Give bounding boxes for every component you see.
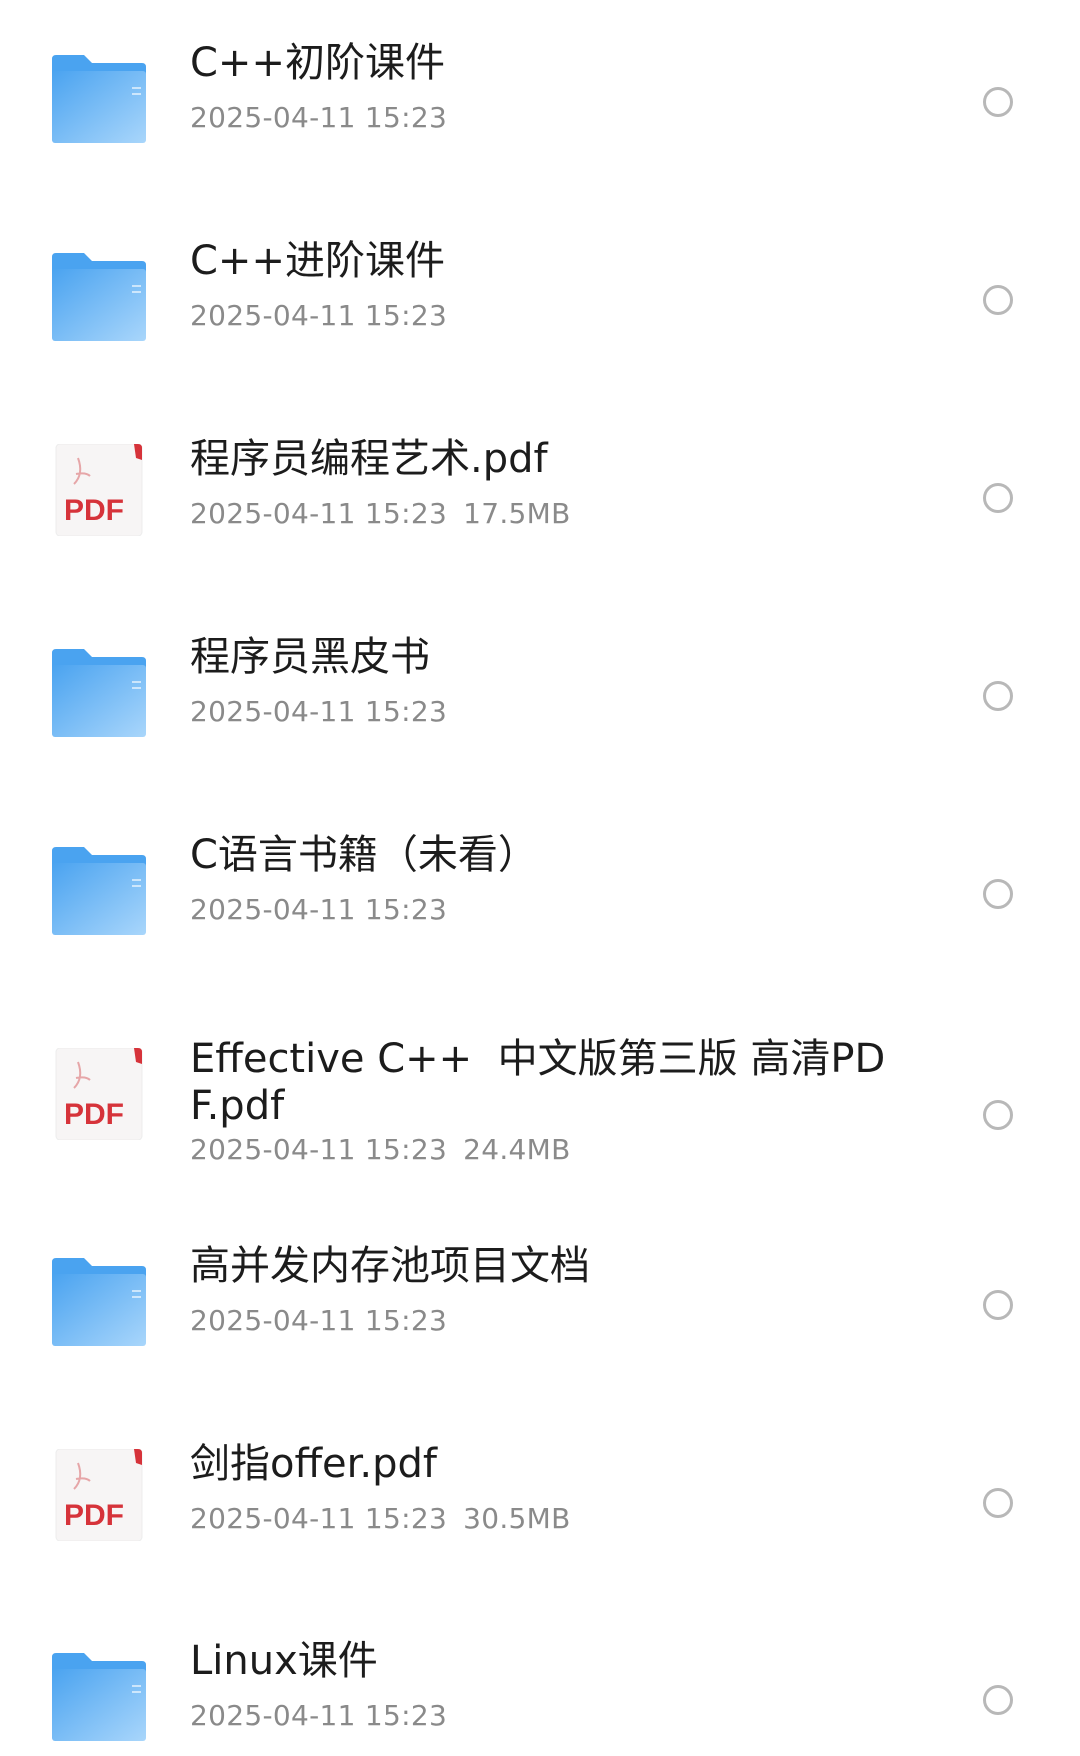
file-name: 程序员编程艺术.pdf: [190, 436, 548, 482]
select-radio[interactable]: [983, 879, 1013, 909]
file-text: C++初阶课件 2025-04-11 15:23: [190, 38, 890, 138]
file-meta: 2025-04-11 15:23: [190, 1696, 890, 1736]
folder-icon: [50, 845, 148, 937]
file-date: 2025-04-11 15:23: [190, 299, 448, 332]
file-text: C语言书籍（未看） 2025-04-11 15:23: [190, 830, 890, 930]
file-row[interactable]: PDF Effective C++ 中文版第三版 高清PDF.pdf 2025-…: [0, 1036, 1080, 1166]
file-text: 高并发内存池项目文档 2025-04-11 15:23: [190, 1241, 890, 1341]
file-meta: 2025-04-11 15:23 30.5MB: [190, 1499, 890, 1539]
file-text: 程序员黑皮书 2025-04-11 15:23: [190, 632, 890, 732]
file-name: Linux课件: [190, 1638, 378, 1684]
file-row[interactable]: Linux课件 2025-04-11 15:23: [0, 1636, 1080, 1756]
file-meta: 2025-04-11 15:23: [190, 692, 890, 732]
file-date: 2025-04-11 15:23: [190, 1699, 448, 1732]
file-meta: 2025-04-11 15:23 17.5MB: [190, 494, 890, 534]
file-name: C语言书籍（未看）: [190, 832, 538, 878]
select-radio[interactable]: [983, 483, 1013, 513]
file-date: 2025-04-11 15:23: [190, 1133, 448, 1166]
file-name: Effective C++ 中文版第三版 高清PDF.pdf: [190, 1036, 886, 1129]
file-date: 2025-04-11 15:23: [190, 695, 448, 728]
file-text: C++进阶课件 2025-04-11 15:23: [190, 236, 890, 336]
folder-icon: [50, 1256, 148, 1348]
file-text: 剑指offer.pdf 2025-04-11 15:23 30.5MB: [190, 1439, 890, 1539]
select-radio[interactable]: [983, 87, 1013, 117]
file-date: 2025-04-11 15:23: [190, 497, 448, 530]
file-name: 程序员黑皮书: [190, 634, 430, 680]
file-date: 2025-04-11 15:23: [190, 1502, 448, 1535]
file-row[interactable]: C++初阶课件 2025-04-11 15:23: [0, 38, 1080, 158]
pdf-label: PDF: [64, 494, 124, 527]
file-size: 24.4MB: [463, 1133, 571, 1166]
file-list: C++初阶课件 2025-04-11 15:23 C++进阶课件 2025-04…: [0, 0, 1080, 1756]
folder-icon: [50, 1651, 148, 1743]
file-text: 程序员编程艺术.pdf 2025-04-11 15:23 17.5MB: [190, 434, 890, 534]
pdf-file-icon: PDF: [50, 1048, 148, 1140]
file-row[interactable]: C++进阶课件 2025-04-11 15:23: [0, 236, 1080, 356]
file-size: 30.5MB: [463, 1502, 571, 1535]
select-radio[interactable]: [983, 285, 1013, 315]
file-name: 剑指offer.pdf: [190, 1441, 437, 1487]
file-name: C++进阶课件: [190, 238, 445, 284]
file-meta: 2025-04-11 15:23: [190, 1301, 890, 1341]
file-meta: 2025-04-11 15:23: [190, 98, 890, 138]
file-date: 2025-04-11 15:23: [190, 893, 448, 926]
file-size: 17.5MB: [463, 497, 571, 530]
select-radio[interactable]: [983, 1290, 1013, 1320]
file-text: Effective C++ 中文版第三版 高清PDF.pdf 2025-04-1…: [190, 1036, 890, 1170]
file-name: 高并发内存池项目文档: [190, 1243, 590, 1289]
file-row[interactable]: PDF 剑指offer.pdf 2025-04-11 15:23 30.5MB: [0, 1439, 1080, 1559]
select-radio[interactable]: [983, 1685, 1013, 1715]
folder-icon: [50, 53, 148, 145]
file-text: Linux课件 2025-04-11 15:23: [190, 1636, 890, 1736]
pdf-label: PDF: [64, 1098, 124, 1131]
pdf-file-icon: PDF: [50, 444, 148, 536]
file-name: C++初阶课件: [190, 40, 445, 86]
pdf-file-icon: PDF: [50, 1449, 148, 1541]
file-row[interactable]: C语言书籍（未看） 2025-04-11 15:23: [0, 830, 1080, 950]
select-radio[interactable]: [983, 681, 1013, 711]
file-date: 2025-04-11 15:23: [190, 1304, 448, 1337]
file-meta: 2025-04-11 15:23 24.4MB: [190, 1130, 890, 1170]
file-meta: 2025-04-11 15:23: [190, 890, 890, 930]
file-date: 2025-04-11 15:23: [190, 101, 448, 134]
file-row[interactable]: 程序员黑皮书 2025-04-11 15:23: [0, 632, 1080, 752]
file-meta: 2025-04-11 15:23: [190, 296, 890, 336]
select-radio[interactable]: [983, 1100, 1013, 1130]
folder-icon: [50, 647, 148, 739]
file-row[interactable]: 高并发内存池项目文档 2025-04-11 15:23: [0, 1241, 1080, 1361]
folder-icon: [50, 251, 148, 343]
file-row[interactable]: PDF 程序员编程艺术.pdf 2025-04-11 15:23 17.5MB: [0, 434, 1080, 554]
select-radio[interactable]: [983, 1488, 1013, 1518]
pdf-label: PDF: [64, 1499, 124, 1532]
